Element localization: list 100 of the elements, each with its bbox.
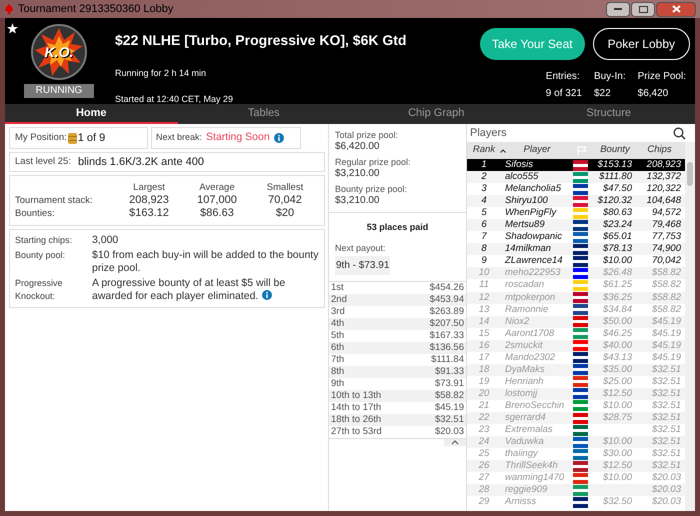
rank-cell-text: 8 <box>480 243 488 256</box>
column-header[interactable]: Chips <box>634 143 685 158</box>
chips-cell-text: 94,572 <box>650 207 682 220</box>
player-name: sgerrard4 <box>504 412 547 424</box>
rank-cell-text: 4 <box>480 195 488 208</box>
coins-icon <box>68 132 77 144</box>
break-value: Starting Soon <box>206 130 270 146</box>
player-row[interactable]: 15 Aaront1708 $46.25 $45.19 <box>467 328 685 340</box>
player-name: Ramonnie <box>504 304 550 316</box>
player-row[interactable]: 26 ThrillSeek4h $12.50 $32.51 <box>467 460 685 472</box>
column-header[interactable]: Rank <box>467 143 501 158</box>
column-header[interactable]: Bounty <box>596 143 634 158</box>
player-row[interactable]: 20 lostomjj $12.50 $32.51 <box>467 388 685 400</box>
column-header[interactable]: Player <box>506 143 568 158</box>
pool-label: Bounty prize pool: <box>335 183 408 195</box>
player-name: Niox2 <box>504 316 530 328</box>
player-name: ZLawrence14 <box>504 255 564 268</box>
player-row[interactable]: 12 mtpokerpon $36.25 $58.82 <box>467 292 685 304</box>
search-icon[interactable] <box>673 126 686 140</box>
player-row[interactable]: 8 14milkman $78.13 74,900 <box>467 243 685 256</box>
player-row[interactable]: 14 Niox2 $50.00 $45.19 <box>467 316 685 328</box>
place-label: 10th to 13th <box>331 390 382 402</box>
rank-cell-text: 24 <box>478 436 490 448</box>
player-row[interactable]: 1 Sifosis $153.13 208,923 <box>467 159 685 172</box>
chips-cell-text: $32.51 <box>650 400 682 412</box>
player-row[interactable]: 22 sgerrard4 $28.75 $32.51 <box>467 412 685 424</box>
rule-text: 3,000 <box>92 234 120 247</box>
rank-cell-text: 17 <box>478 352 490 364</box>
chips-cell-text: $32.51 <box>650 376 682 388</box>
rank-cell-text: 11 <box>478 279 490 292</box>
chips-cell-text: $58.82 <box>650 267 682 280</box>
payout-amount: $73.91 <box>434 378 464 390</box>
pool-value: $3,210.00 <box>335 195 380 207</box>
rank-cell-text: 2 <box>480 171 488 184</box>
bounty-cell-text: $12.50 <box>602 388 632 400</box>
bounty-cell-text: $28.75 <box>602 412 632 424</box>
player-row[interactable]: 16 2smuckit $40.00 $45.19 <box>467 340 685 352</box>
player-row[interactable]: 2 alco555 $111.80 132,372 <box>467 171 685 184</box>
rank-cell-text: 16 <box>478 340 490 352</box>
break-label: Next break: <box>156 131 202 144</box>
table-cell-text: 208,923 <box>128 194 170 207</box>
chips-cell-text: $58.82 <box>650 279 682 292</box>
knockout-logo: K.O. <box>31 24 87 80</box>
maximize-button[interactable] <box>631 2 655 16</box>
take-seat-button[interactable]: Take Your Seat <box>480 28 585 60</box>
tab[interactable]: Tables <box>178 104 350 124</box>
places-paid: 53 places paid <box>366 221 430 234</box>
tab[interactable]: Chip Graph <box>350 104 522 124</box>
minimize-button[interactable] <box>606 2 630 16</box>
chips-cell-text: 77,753 <box>650 231 682 244</box>
table-cell-text: $86.63 <box>199 207 235 220</box>
bounty-cell-text: $61.25 <box>602 279 632 292</box>
chips-cell-text: $32.51 <box>650 436 682 448</box>
chips-cell-text: $58.82 <box>650 292 682 304</box>
player-row[interactable]: 18 DyaMaks $35.00 $32.51 <box>467 364 685 376</box>
player-row[interactable]: 6 Mertsu89 $23.24 79,468 <box>467 219 685 232</box>
last-level-value: blinds 1.6K/3.2K ante 400 <box>78 154 204 170</box>
rank-cell-text: 13 <box>478 304 490 316</box>
payout-amount: $207.50 <box>430 318 464 330</box>
rank-cell-text: 18 <box>478 364 490 376</box>
place-label: 6th <box>331 342 344 354</box>
bounty-cell-text: $46.25 <box>602 328 632 340</box>
rank-cell-text: 1 <box>480 159 488 172</box>
bounty-cell-text: $32.50 <box>602 496 632 508</box>
player-row[interactable]: 10 meho222953 $26.48 $58.82 <box>467 267 685 280</box>
chips-cell-text: $45.19 <box>650 316 682 328</box>
player-name: Aaront1708 <box>504 328 556 340</box>
table-cell-text: 70,042 <box>267 194 303 207</box>
bounty-cell-text: $10.00 <box>602 436 632 448</box>
star-icon[interactable] <box>7 23 18 34</box>
player-row[interactable]: 24 Vaduwka $10.00 $32.51 <box>467 436 685 448</box>
lobby-button[interactable]: Poker Lobby <box>592 28 690 60</box>
bounty-cell-text: $65.01 <box>602 231 632 244</box>
info-icon[interactable] <box>262 290 272 300</box>
player-row[interactable]: 4 Shiryu100 $120.32 104,648 <box>467 195 685 208</box>
scrollbar[interactable] <box>685 142 695 511</box>
bounty-cell-text: $47.50 <box>602 183 632 196</box>
window-title: Tournament 2913350360 Lobby <box>18 2 174 17</box>
player-name: reggie909 <box>504 484 548 496</box>
chips-cell-text: $45.19 <box>650 328 682 340</box>
chips-cell-text: 120,322 <box>646 183 682 196</box>
info-icon[interactable] <box>274 133 284 143</box>
rule-text: A progressive bounty of at least $5 will be awarded for each player eliminated. <box>92 277 286 303</box>
stat-value: $6,420 <box>638 87 670 101</box>
player-row[interactable]: 28 reggie909 $20.03 <box>467 484 685 496</box>
bounty-cell-text: $50.00 <box>602 316 632 328</box>
row-label: Bounties: <box>15 207 56 220</box>
payout-amount: $167.33 <box>430 330 464 342</box>
tab[interactable]: Structure <box>522 104 695 124</box>
tab[interactable]: Home <box>5 104 178 124</box>
payout-amount: $454.26 <box>430 282 464 294</box>
collapse-icon[interactable] <box>444 439 466 446</box>
rank-cell-text: 12 <box>478 292 490 304</box>
pool-label: Total prize pool: <box>335 129 400 141</box>
payout-amount: $45.19 <box>434 402 464 414</box>
chips-cell-text: $45.19 <box>650 340 682 352</box>
status-badge: RUNNING <box>24 84 94 98</box>
player-name: Arnisss <box>504 496 538 508</box>
payout-amount: $58.82 <box>434 390 464 402</box>
close-button[interactable] <box>656 2 696 16</box>
